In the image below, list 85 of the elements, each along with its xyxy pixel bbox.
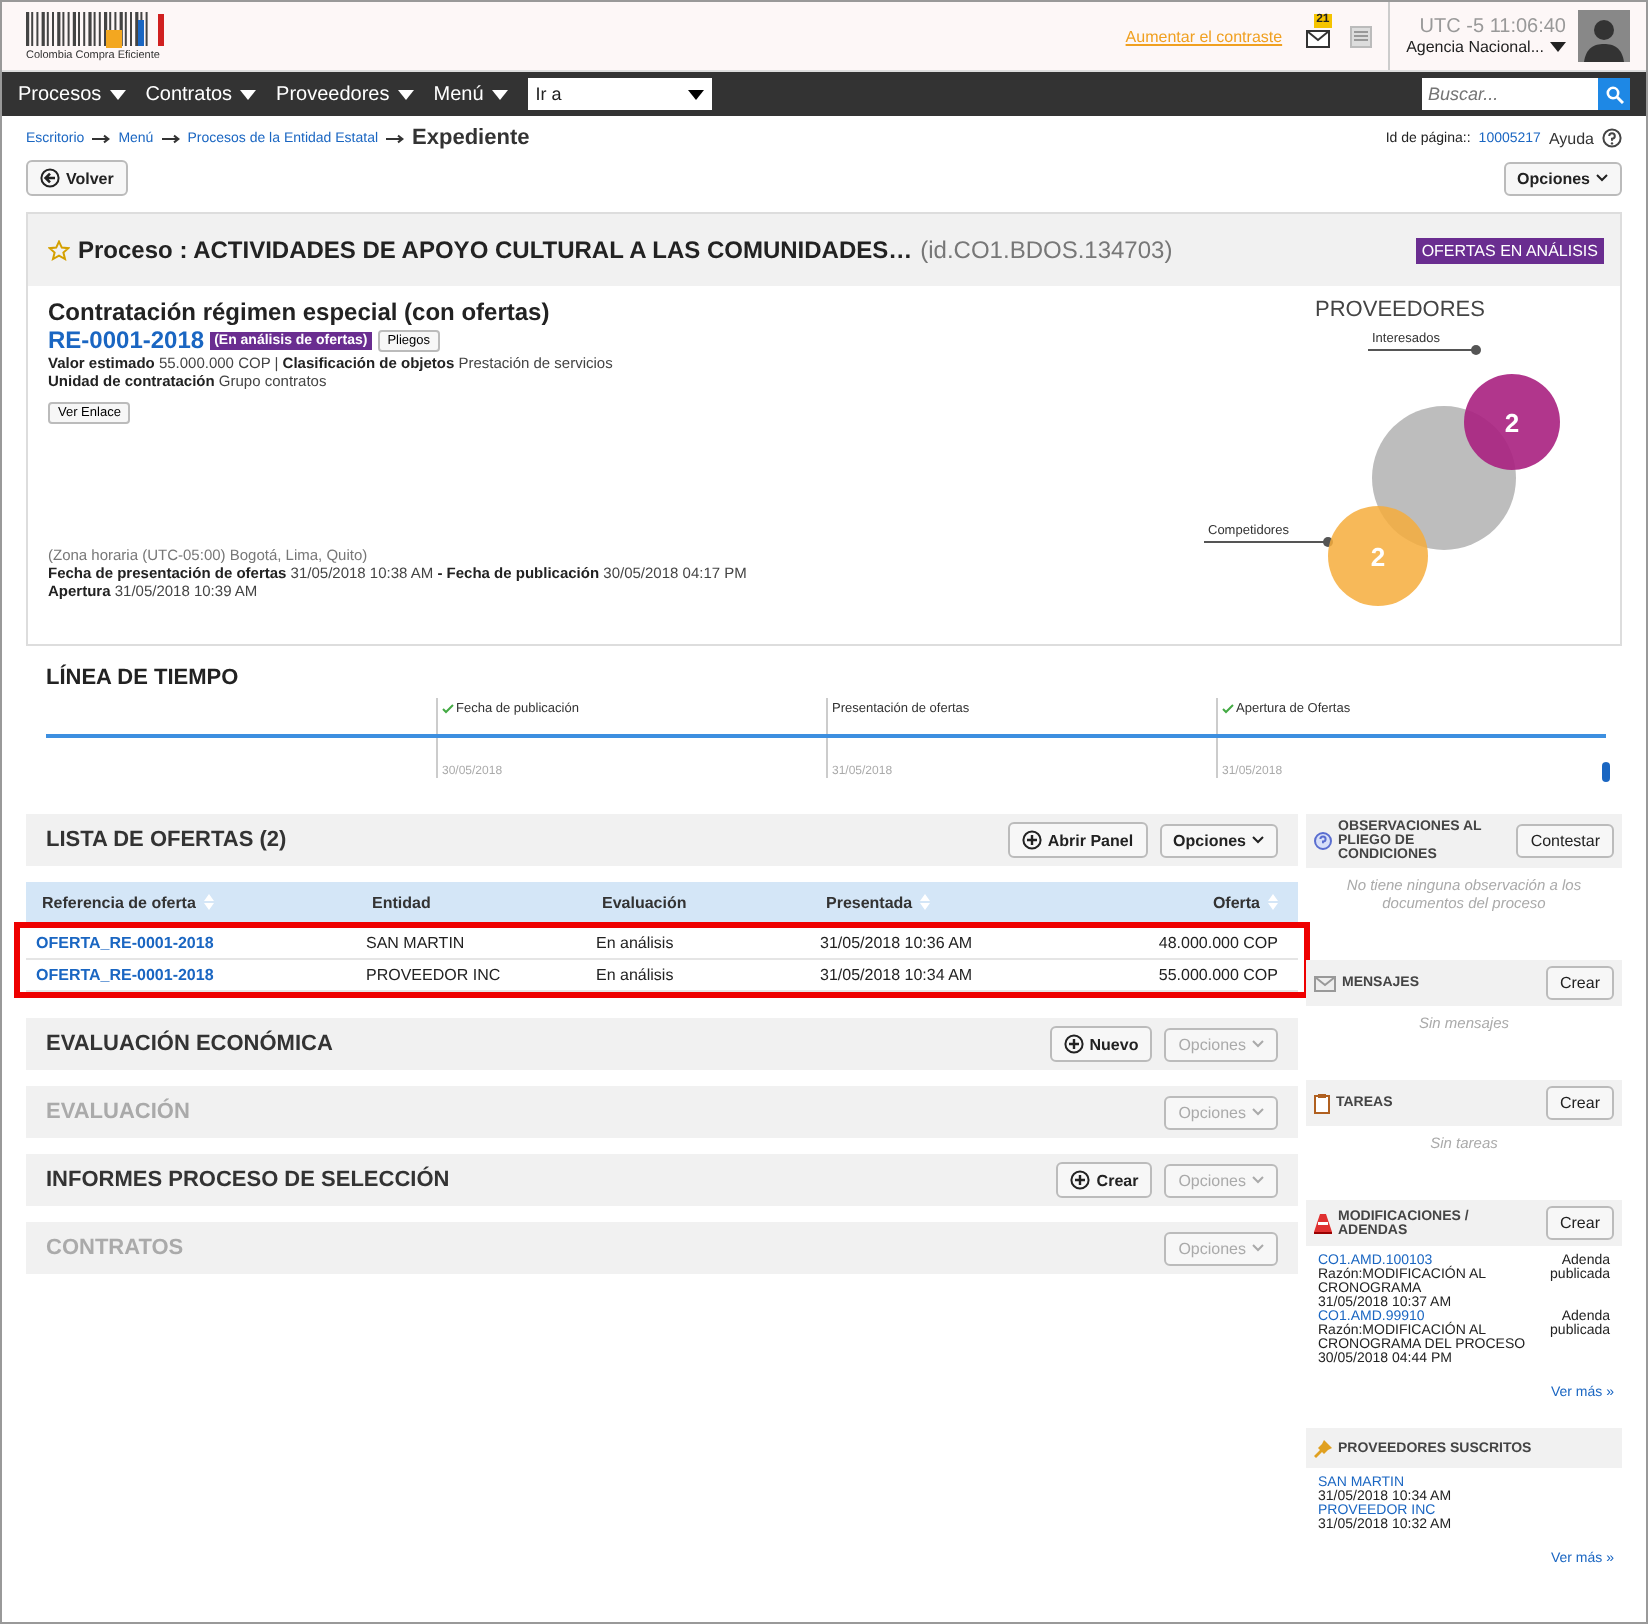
section-title: CONTRATOS [46,1236,186,1260]
leader-line [1367,345,1481,355]
nav-menu[interactable]: Procesos [18,83,126,105]
help-icon [1314,832,1332,850]
nav-menu[interactable]: Contratos [145,83,257,105]
caret-icon [240,89,257,99]
clipboard-icon [1314,1093,1330,1113]
help-link[interactable]: Ayuda [1548,129,1594,147]
caret-icon [397,89,414,99]
chevron-icon [1252,836,1264,844]
back-icon [40,168,60,188]
check-icon [442,704,454,714]
interested-bubble: 2 [1464,374,1560,470]
chevron-icon [1252,1244,1264,1252]
column-header[interactable]: Referencia de oferta [42,893,372,911]
arrow-icon [92,133,111,143]
caret-icon [687,89,704,99]
arrow-icon [386,133,405,143]
table-cell-text: 55.000.000 COP [1156,966,1278,984]
help-icon[interactable] [1602,128,1622,148]
chevron-icon [1252,1176,1264,1184]
panel-button[interactable]: Contestar [1516,824,1614,858]
section-title: EVALUACIÓN [46,1100,192,1124]
table-cell-text: 31/05/2018 10:36 AM [820,934,975,952]
check-icon [1222,704,1234,714]
plus-icon [1070,1170,1091,1190]
agency-menu[interactable]: Agencia Nacional... [1406,38,1566,56]
process-title: Proceso : ACTIVIDADES DE APOYO CULTURAL A LAS COMUNIDADES… [78,236,913,264]
search-field[interactable]: Buscar... [1422,78,1598,110]
panel-button[interactable]: Crear [1545,966,1614,1000]
table-cell-text: En análisis [596,966,676,984]
options-button[interactable]: Opciones [1159,823,1278,857]
offer-link[interactable]: OFERTA_RE-0001-2018 [36,966,366,984]
envelope-icon [1314,975,1336,991]
column-header[interactable]: Entidad [372,893,602,911]
caret-icon [491,89,508,99]
section-title: INFORMES PROCESO DE SELECCIÓN [46,1168,452,1192]
nav-menu[interactable]: Menú [433,83,508,105]
page-title: Expediente [412,126,530,150]
plus-icon [1063,1034,1084,1054]
leader-line [1203,537,1333,547]
chevron-icon [1252,1108,1264,1116]
offer-link[interactable]: OFERTA_RE-0001-2018 [36,934,366,952]
caret-icon [109,89,126,99]
clock-text: UTC -5 11:06:40 [1419,16,1566,38]
avatar-icon[interactable] [1578,10,1630,62]
envelope-icon[interactable] [1306,30,1331,48]
table-cell-text: 31/05/2018 10:34 AM [820,966,975,984]
section-title: EVALUACIÓN ECONÓMICA [46,1032,335,1056]
table-cell-text: En análisis [596,934,676,952]
panel-button[interactable]: Crear [1545,1206,1614,1240]
column-header[interactable]: Oferta [1126,893,1278,911]
panel-button[interactable]: Crear [1545,1086,1614,1120]
arrow-icon [161,133,180,143]
goto-select[interactable]: Ir a [527,78,712,110]
timeline-title: LÍNEA DE TIEMPO [46,666,241,690]
star-icon[interactable] [48,239,70,261]
caret-icon [1550,42,1566,52]
table-cell-text: SAN MARTIN [366,934,467,952]
plus-icon [1021,830,1042,850]
options-button[interactable]: Opciones [1503,161,1622,195]
timeline-handle[interactable] [1602,762,1610,782]
status-label: OFERTAS EN ANÁLISIS [1415,237,1604,263]
open-panel-button[interactable]: Abrir Panel [1007,822,1148,858]
document-icon[interactable] [1350,25,1373,47]
section-title: LISTA DE OFERTAS (2) [46,828,289,852]
process-type: Contratación régimen especial (con ofertas) [48,298,552,326]
process-id: (id.CO1.BDOS.134703) [920,236,1173,264]
chevron-icon [1596,174,1608,182]
reference-link[interactable]: RE-0001-2018 [48,326,205,354]
action-button[interactable]: Nuevo [1049,1026,1153,1062]
back-button[interactable]: Volver [26,160,128,196]
table-cell-text: 48.000.000 COP [1156,934,1278,952]
cone-icon [1314,1213,1332,1233]
column-header[interactable]: Evaluación [602,893,826,911]
column-header[interactable]: Presentada [826,893,1126,911]
nav-menu[interactable]: Proveedores [276,83,414,105]
competitors-bubble: 2 [1328,506,1428,606]
suppliers-title: PROVEEDORES [1315,298,1485,322]
search-icon [1605,85,1623,103]
chevron-icon [1252,1040,1264,1048]
table-cell-text: PROVEEDOR INC [366,966,503,984]
search-button[interactable] [1598,78,1630,110]
pin-icon [1314,1439,1332,1457]
action-button[interactable]: Crear [1056,1162,1153,1198]
